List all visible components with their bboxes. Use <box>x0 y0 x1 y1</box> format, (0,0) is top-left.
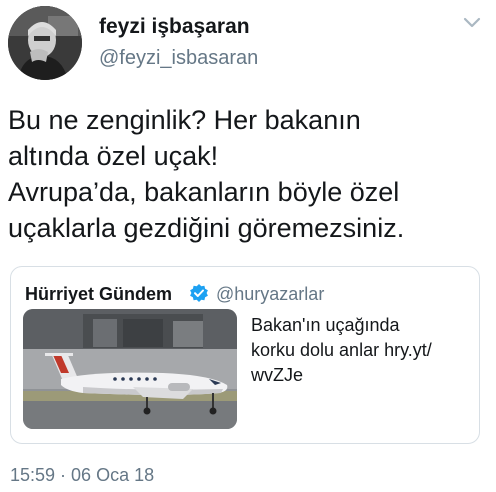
tweet-text-line: altında özel uçak! <box>8 141 219 171</box>
tweet-timestamp[interactable]: 15:59 · 06 Oca 18 <box>10 465 154 486</box>
avatar-photo <box>8 6 82 80</box>
jet-photo <box>23 309 237 429</box>
verified-badge-icon <box>190 284 208 302</box>
quoted-media-image[interactable] <box>23 309 237 429</box>
quoted-text-line[interactable]: korku dolu anlar hry.yt/ <box>251 338 476 363</box>
tweet-text: Bu ne zenginlik? Her bakanın altında öze… <box>8 102 490 246</box>
tweet-text-line: Bu ne zenginlik? Her bakanın <box>8 105 361 135</box>
chevron-down-icon[interactable] <box>462 16 482 30</box>
quoted-tweet-card[interactable]: Hürriyet Gündem @huryazarlar Bakan'ın uç… <box>10 266 480 444</box>
tweet-text-line: uçaklarla gezdiğini göremezsiniz. <box>8 213 405 243</box>
quoted-author-name: Hürriyet Gündem <box>25 284 173 304</box>
quoted-text-line[interactable]: wvZJe <box>251 363 476 388</box>
tweet-text-line: Avrupa’da, bakanların böyle özel <box>8 177 400 207</box>
quoted-author-handle: @huryazarlar <box>216 284 325 304</box>
quoted-tweet-text: Bakan'ın uçağında korku dolu anlar hry.y… <box>251 313 476 388</box>
quoted-text-line: Bakan'ın uçağında <box>251 315 400 335</box>
author-display-name[interactable]: feyzi işbaşaran <box>99 15 250 39</box>
author-handle[interactable]: @feyzi_isbasaran <box>99 47 258 70</box>
avatar[interactable] <box>8 6 82 80</box>
